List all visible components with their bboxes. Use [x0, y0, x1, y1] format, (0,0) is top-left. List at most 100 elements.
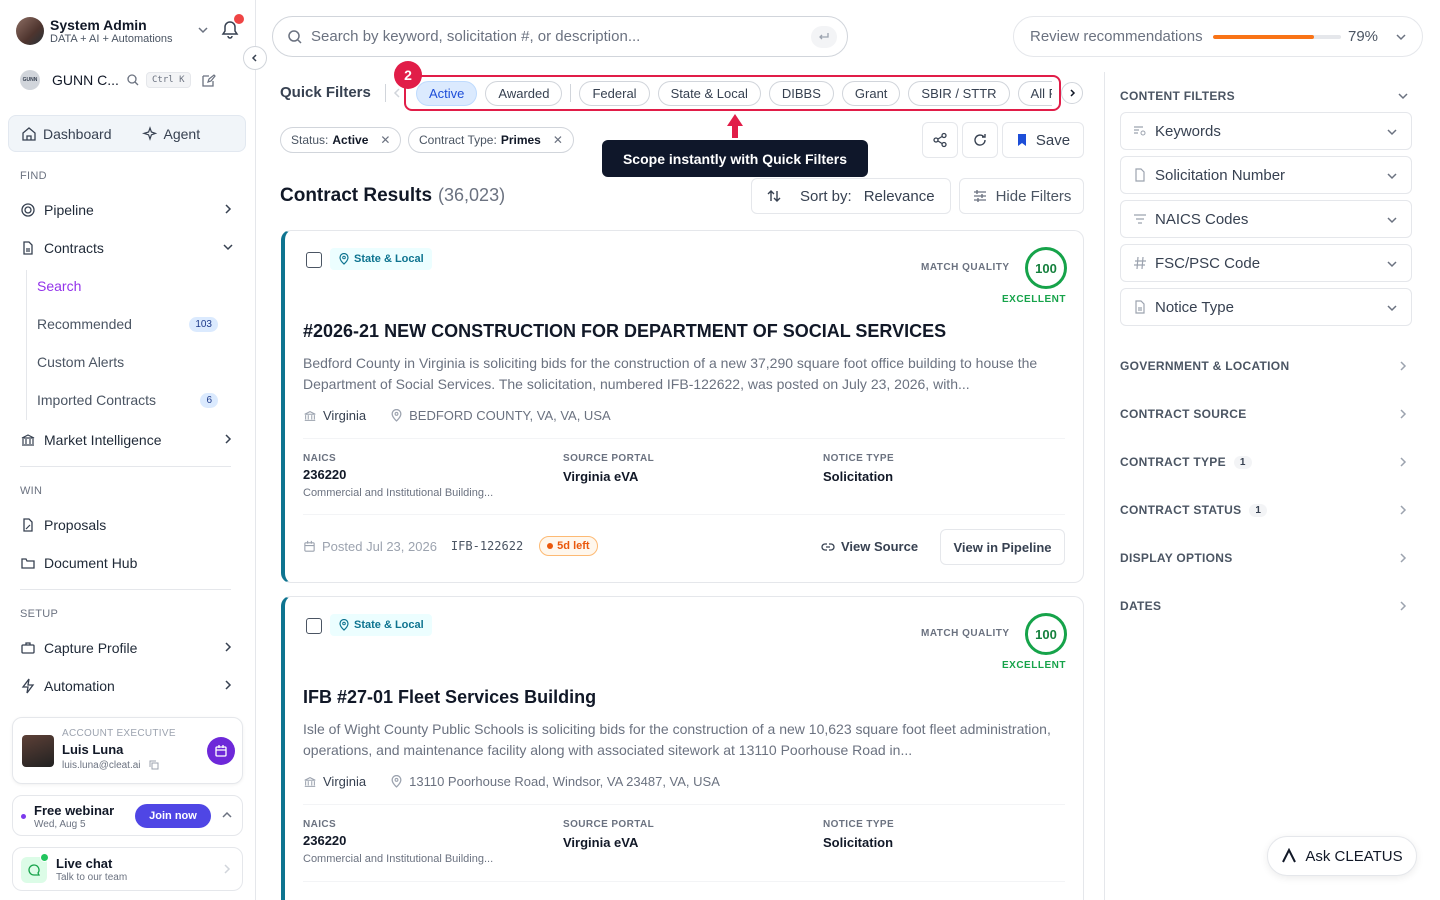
contract-title[interactable]: IFB #27-01 Fleet Services Building	[303, 687, 596, 708]
tag-key: Contract Type:	[419, 133, 497, 147]
review-progress-fill	[1213, 35, 1315, 39]
search-input[interactable]	[311, 28, 791, 45]
match-quality-text: EXCELLENT	[1002, 294, 1066, 305]
search-icon[interactable]	[126, 73, 140, 87]
filter-label: FSC/PSC Code	[1155, 254, 1261, 272]
tab-agent[interactable]: Agent	[141, 125, 201, 142]
copy-icon[interactable]	[149, 760, 159, 770]
sidebar-item-automation[interactable]: Automation	[20, 674, 235, 698]
edit-icon[interactable]	[201, 73, 216, 88]
review-label: Review recommendations	[1030, 28, 1203, 45]
chevron-right-icon	[225, 434, 232, 444]
sidebar-item-market-intelligence[interactable]: Market Intelligence	[20, 428, 235, 452]
text-search-icon	[1134, 126, 1146, 136]
sidebar-item-proposals[interactable]: Proposals	[20, 513, 235, 537]
view-in-pipeline-button[interactable]: View in Pipeline	[940, 529, 1065, 565]
naics-codes-filter[interactable]: NAICS Codes	[1120, 200, 1412, 238]
contract-title[interactable]: #2026-21 NEW CONSTRUCTION FOR DEPARTMENT…	[303, 321, 946, 342]
refresh-button[interactable]	[962, 122, 998, 158]
filter-group-government-location[interactable]: GOVERNMENT & LOCATION	[1120, 356, 1412, 376]
online-dot	[40, 853, 49, 862]
sidebar-item-label: Market Intelligence	[44, 432, 162, 448]
enter-button[interactable]	[811, 26, 837, 48]
bookmark-icon	[1017, 134, 1026, 146]
live-chat-card[interactable]: Live chat Talk to our team	[12, 847, 243, 891]
sidebar-item-imported-contracts[interactable]: Imported Contracts 6	[37, 389, 222, 411]
filter-group-contract-type[interactable]: CONTRACT TYPE 1	[1120, 452, 1412, 472]
filter-group-display-options[interactable]: DISPLAY OPTIONS	[1120, 548, 1412, 568]
tour-tooltip: Scope instantly with Quick Filters	[602, 140, 868, 177]
contract-card[interactable]: State & Local MATCH QUALITY 100 EXCELLEN…	[281, 596, 1084, 900]
content-filters-header[interactable]: CONTENT FILTERS	[1120, 86, 1412, 106]
sidebar-item-contracts[interactable]: Contracts	[20, 236, 235, 260]
keywords-filter[interactable]: Keywords	[1120, 112, 1412, 150]
cleatus-logo-icon	[1282, 848, 1297, 863]
contract-card[interactable]: State & Local MATCH QUALITY 100 EXCELLEN…	[281, 230, 1084, 583]
hash-icon	[1134, 256, 1146, 270]
notice-type-filter[interactable]: Notice Type	[1120, 288, 1412, 326]
chevron-down-icon[interactable]	[196, 23, 210, 37]
sort-button[interactable]: Sort by: Relevance	[751, 178, 951, 214]
review-progress-bar	[1213, 35, 1341, 39]
filter-label: Keywords	[1155, 122, 1221, 140]
filter-group-contract-status[interactable]: CONTRACT STATUS 1	[1120, 500, 1412, 520]
review-recommendations[interactable]: Review recommendations 79%	[1013, 16, 1423, 57]
search-bar	[272, 16, 848, 57]
sidebar-item-label: Custom Alerts	[37, 354, 125, 370]
bank-icon	[304, 776, 316, 787]
sidebar-item-label: Imported Contracts	[37, 392, 157, 408]
join-now-button[interactable]: Join now	[135, 804, 211, 828]
count-badge: 6	[200, 392, 218, 408]
filter-group-contract-source[interactable]: CONTRACT SOURCE	[1120, 404, 1412, 424]
solicitation-number-filter[interactable]: Solicitation Number	[1120, 156, 1412, 194]
filter-group-label: CONTRACT SOURCE	[1120, 407, 1247, 421]
save-button[interactable]: Save	[1002, 122, 1084, 158]
collapse-sidebar-button[interactable]	[243, 46, 267, 70]
select-checkbox[interactable]	[306, 252, 322, 268]
content-filters-title: CONTENT FILTERS	[1120, 89, 1235, 103]
tab-agent-label: Agent	[163, 125, 201, 142]
account-executive-name: Luis Luna	[62, 742, 124, 757]
filter-group-label: DISPLAY OPTIONS	[1120, 551, 1233, 565]
results-title: Contract Results	[280, 185, 433, 206]
tab-dashboard[interactable]: Dashboard	[21, 126, 112, 142]
close-icon[interactable]: ✕	[553, 133, 563, 147]
chevron-down-icon	[223, 244, 233, 251]
count-badge: 1	[1249, 503, 1268, 517]
calendar-button[interactable]	[207, 737, 235, 765]
sidebar-item-custom-alerts[interactable]: Custom Alerts	[37, 351, 222, 373]
fsc-psc-code-filter[interactable]: FSC/PSC Code	[1120, 244, 1412, 282]
tag-value: Active	[332, 133, 369, 147]
filter-group-label: CONTRACT STATUS	[1120, 503, 1242, 517]
share-button[interactable]	[922, 122, 958, 158]
lightning-icon	[21, 678, 35, 694]
state-text: Virginia	[323, 408, 367, 423]
view-source-link[interactable]: View Source	[821, 539, 918, 554]
chevron-up-icon[interactable]	[221, 809, 233, 821]
user-avatar	[16, 17, 44, 45]
user-menu[interactable]: System Admin DATA + AI + Automations	[16, 14, 244, 48]
sort-icon	[767, 190, 781, 202]
chevron-right-icon	[225, 680, 232, 690]
close-icon[interactable]: ✕	[380, 133, 390, 147]
chevron-left-icon	[251, 54, 257, 62]
share-icon	[933, 132, 947, 148]
divider	[20, 589, 231, 590]
sidebar-item-pipeline[interactable]: Pipeline	[20, 198, 235, 222]
sidebar-item-recommended[interactable]: Recommended 103	[37, 313, 222, 335]
org-switcher[interactable]: GUNN GUNN C... Ctrl K	[20, 68, 235, 92]
select-checkbox[interactable]	[306, 618, 322, 634]
chevron-right-icon	[225, 204, 232, 214]
chevron-down-icon	[1387, 173, 1397, 180]
notice-type-label: NOTICE TYPE	[823, 453, 895, 464]
quick-filters-next-button[interactable]	[1061, 82, 1083, 104]
location-pin-icon	[391, 409, 402, 422]
hide-filters-button[interactable]: Hide Filters	[959, 178, 1084, 214]
naics-code: 236220	[303, 833, 347, 848]
filter-group-dates[interactable]: DATES	[1120, 596, 1412, 616]
sidebar-item-capture-profile[interactable]: Capture Profile	[20, 636, 235, 660]
sidebar-item-search[interactable]: Search	[37, 275, 222, 297]
sidebar-item-document-hub[interactable]: Document Hub	[20, 551, 235, 575]
ask-cleatus-button[interactable]: Ask CLEATUS	[1267, 836, 1417, 876]
location-pin-icon	[391, 775, 402, 788]
